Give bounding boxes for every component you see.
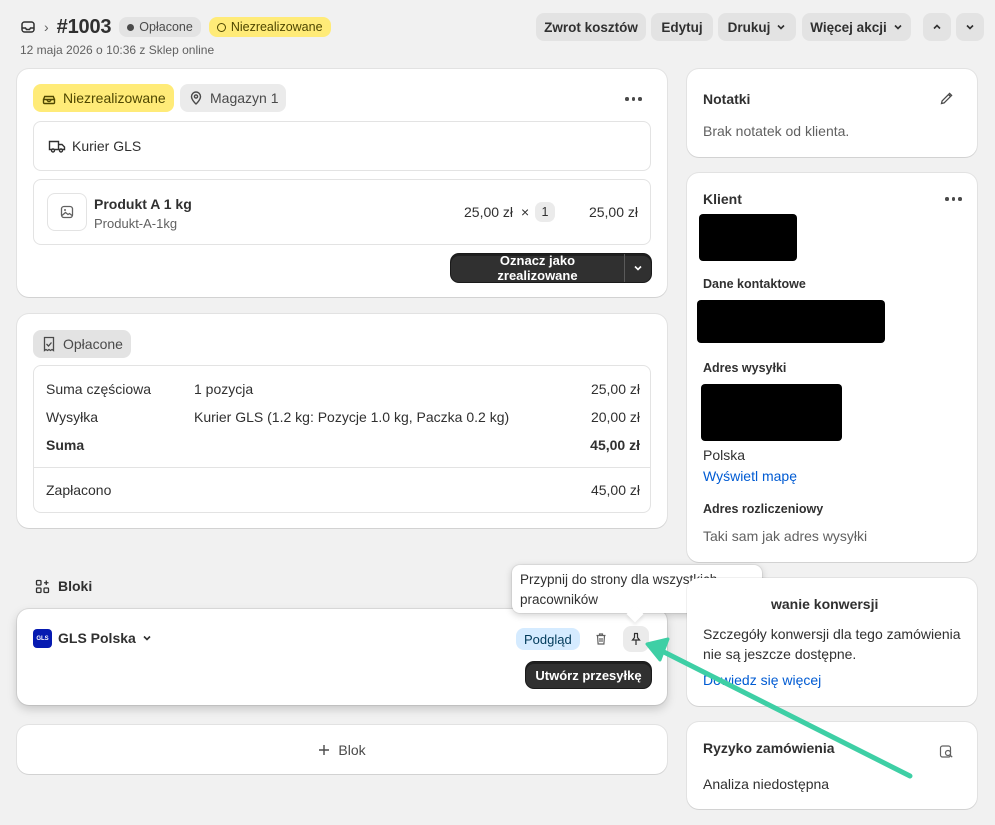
status-ring-icon: [216, 22, 226, 32]
mark-fulfilled-button-group: Oznacz jako zrealizowane: [451, 253, 651, 283]
order-risk-card: Ryzyko zamówienia Analiza niedostępna: [687, 722, 977, 809]
shipping-address-heading: Adres wysyłki: [703, 361, 787, 375]
refund-button[interactable]: Zwrot kosztów: [536, 13, 646, 41]
customer-title: Klient: [703, 191, 742, 207]
chevron-down-icon: [777, 24, 785, 30]
line-item-total: 25,00 zł: [588, 204, 638, 220]
orders-inbox-icon[interactable]: [20, 19, 36, 35]
product-image-placeholder: [47, 193, 87, 231]
more-options-icon[interactable]: [625, 97, 642, 101]
customer-name-redacted: [699, 214, 797, 261]
customer-card: Klient Dane kontaktowe Adres wysyłki Pol…: [687, 173, 977, 562]
notes-text: Brak notatek od klienta.: [703, 123, 850, 139]
contact-info-redacted: [697, 300, 885, 343]
create-shipment-button[interactable]: Utwórz przesyłkę: [526, 662, 651, 688]
status-dot-icon: [127, 23, 135, 31]
delete-block-button[interactable]: [590, 628, 612, 650]
shipping-method-row: Kurier GLS: [33, 121, 651, 171]
gls-app-selector[interactable]: GLS Polska: [58, 630, 152, 646]
billing-address-heading: Adres rozliczeniowy: [703, 502, 824, 516]
chevron-down-icon: [634, 265, 642, 271]
payment-status-badge: Opłacone: [119, 17, 201, 37]
preview-badge: Podgląd: [516, 628, 580, 650]
risk-title: Ryzyko zamówienia: [703, 740, 835, 756]
more-options-icon[interactable]: [945, 197, 962, 201]
gls-logo: GLS: [33, 629, 52, 648]
add-block-button[interactable]: Blok: [17, 725, 667, 774]
quantity-badge: 1: [535, 202, 555, 222]
billing-address-text: Taki sam jak adres wysyłki: [703, 528, 868, 544]
risk-analysis-icon: [939, 745, 953, 758]
chevron-down-icon: [966, 24, 974, 30]
edit-pencil-icon[interactable]: [939, 91, 954, 106]
product-sku: Produkt-A-1kg: [94, 216, 178, 231]
edit-button[interactable]: Edytuj: [651, 13, 713, 41]
blocks-heading: Bloki: [35, 578, 92, 594]
fulfillment-card: Niezrealizowane Magazyn 1 Kurier GLS Pro…: [17, 69, 667, 297]
mark-fulfilled-menu-button[interactable]: [625, 254, 651, 282]
shipping-country: Polska: [703, 447, 746, 463]
receipt-check-icon: [43, 336, 55, 352]
order-header: › #1003 Opłacone Niezrealizowane: [20, 14, 331, 40]
location-pin-icon: [190, 91, 202, 105]
breadcrumb-chevron-icon: ›: [44, 19, 49, 35]
paid-tag: Opłacone: [33, 330, 131, 358]
mark-fulfilled-button[interactable]: Oznacz jako zrealizowane: [451, 253, 624, 283]
payment-summary-table: Suma częściowa 1 pozycja 25,00 zł Wysyłk…: [33, 365, 651, 513]
delivery-truck-icon: [48, 140, 66, 153]
pin-icon: [631, 632, 641, 645]
trash-icon: [596, 633, 606, 645]
more-actions-button[interactable]: Więcej akcji: [802, 13, 911, 41]
fulfillment-status-badge: Niezrealizowane: [208, 17, 331, 37]
location-tag: Magazyn 1: [180, 84, 287, 112]
chevron-down-icon: [143, 635, 151, 641]
view-map-link[interactable]: Wyświetl mapę: [703, 468, 797, 484]
shipping-method-label: Kurier GLS: [72, 138, 142, 154]
fulfillment-box-icon: [42, 95, 56, 105]
notes-title: Notatki: [703, 91, 751, 107]
contact-heading: Dane kontaktowe: [703, 277, 806, 291]
chevron-up-icon: [933, 24, 941, 30]
page-title: #1003: [56, 15, 112, 38]
plus-icon: [319, 744, 330, 755]
next-order-button[interactable]: [956, 13, 984, 41]
notes-card: Notatki Brak notatek od klienta.: [687, 69, 977, 157]
gls-block-card: GLS GLS Polska Podgląd Utwórz przesyłkę: [17, 609, 667, 705]
pin-block-button[interactable]: [623, 626, 649, 652]
line-item-row: Produkt A 1 kg Produkt-A-1kg 25,00 zł × …: [33, 179, 651, 245]
chevron-down-icon: [894, 24, 902, 30]
payment-card: Opłacone Suma częściowa 1 pozycja 25,00 …: [17, 314, 667, 528]
shipping-address-redacted: [701, 384, 842, 441]
blocks-grid-icon: [35, 579, 50, 593]
order-subline: 12 maja 2026 o 10:36 z Sklep online: [20, 43, 215, 57]
conversion-text: Szczegóły konwersji dla tego zamówienia …: [703, 626, 961, 662]
print-button[interactable]: Drukuj: [718, 13, 796, 41]
quantity-times: ×: [521, 204, 530, 220]
product-name-link[interactable]: Produkt A 1 kg: [94, 196, 192, 212]
learn-more-link[interactable]: Dowiedz się więcej: [703, 672, 821, 688]
product-unit-price: 25,00 zł: [464, 204, 514, 220]
risk-text: Analiza niedostępna: [703, 776, 830, 792]
conversion-title: wanie konwersji: [771, 596, 879, 612]
image-placeholder-icon: [60, 205, 74, 219]
summary-divider: [34, 467, 650, 468]
previous-order-button[interactable]: [923, 13, 951, 41]
conversion-card: wanie konwersji Szczegóły konwersji dla …: [687, 578, 977, 706]
unfulfilled-tag: Niezrealizowane: [33, 84, 174, 112]
